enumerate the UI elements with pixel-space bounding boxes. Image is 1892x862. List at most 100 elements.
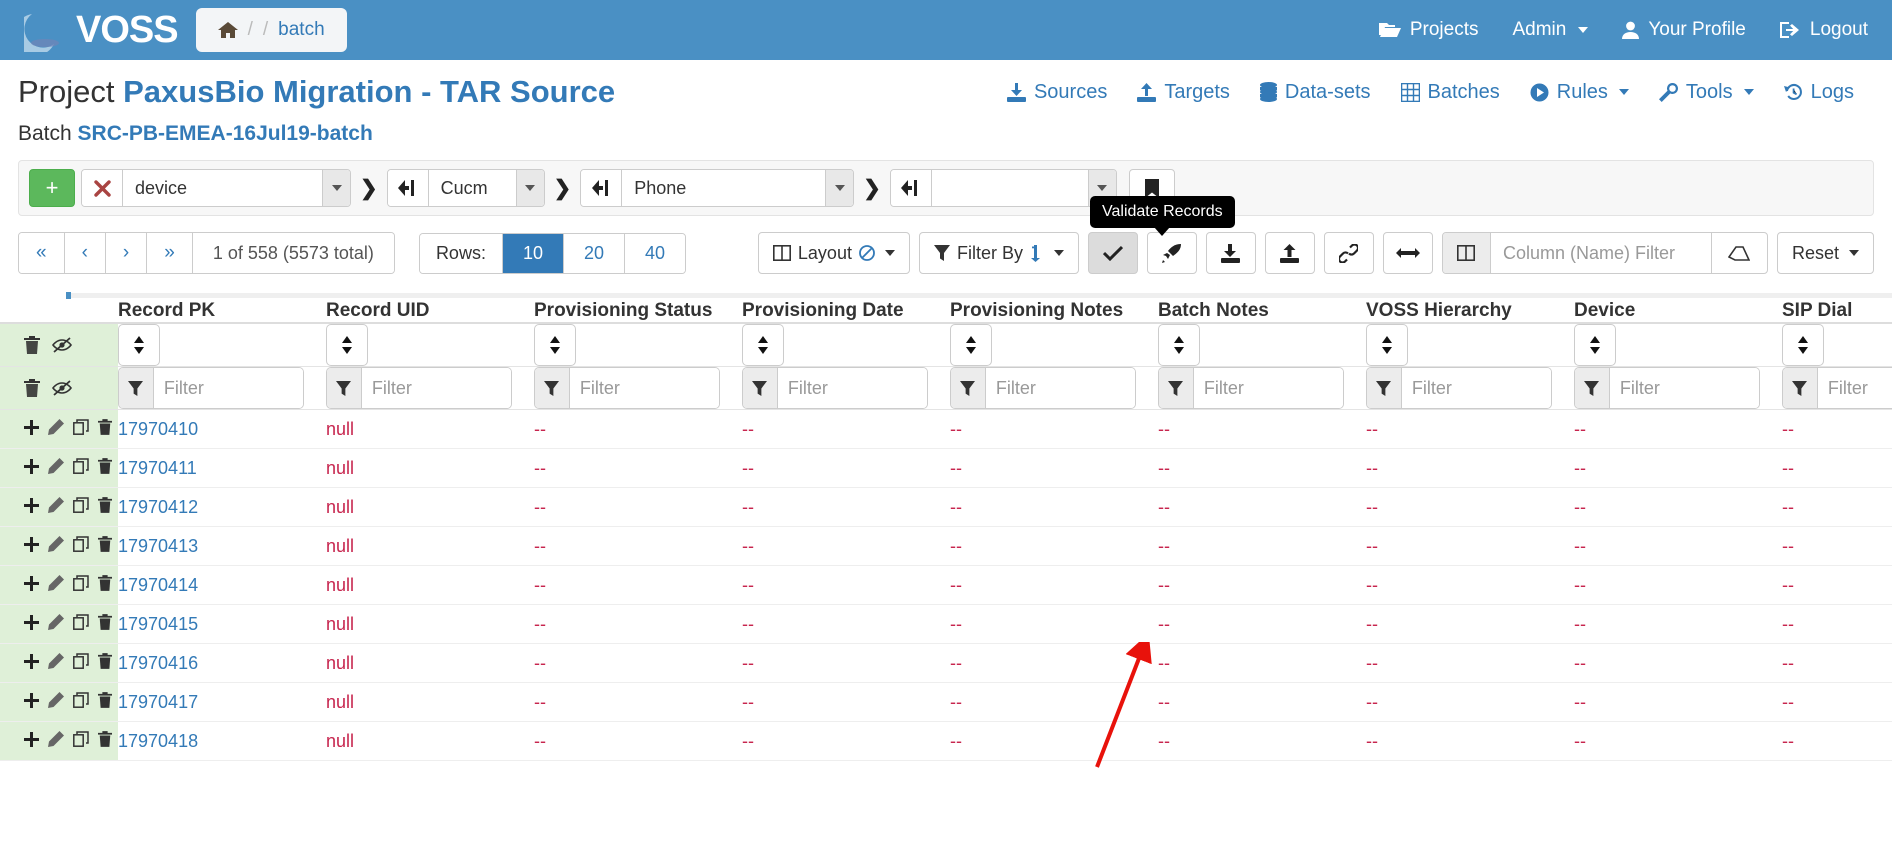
table-row[interactable]: 17970413null--------------	[0, 527, 1892, 566]
filter-input-batch-notes[interactable]	[1194, 368, 1343, 408]
pencil-icon[interactable]	[48, 497, 64, 518]
table-row[interactable]: 17970410null--------------	[0, 410, 1892, 449]
funnel-icon[interactable]	[327, 368, 362, 408]
sort-button-provisioning-date[interactable]	[742, 324, 784, 366]
cell-record-pk[interactable]: 17970416	[118, 644, 326, 683]
pagination-last[interactable]: »	[147, 233, 193, 273]
nav-projects[interactable]: Projects	[1379, 19, 1479, 41]
filter-input-provisioning-status[interactable]	[570, 368, 719, 408]
column-header-provisioning-date[interactable]: Provisioning Date	[742, 300, 950, 323]
trash-icon[interactable]	[98, 653, 112, 674]
trash-icon[interactable]	[98, 458, 112, 479]
copy-icon[interactable]	[73, 692, 89, 713]
plus-icon[interactable]	[24, 692, 39, 713]
rows-option-20[interactable]: 20	[564, 234, 625, 273]
reset-button[interactable]: Reset	[1777, 232, 1874, 274]
eye-slash-icon[interactable]	[52, 337, 72, 353]
plus-icon[interactable]	[24, 497, 39, 518]
voss-logo[interactable]: VOSS	[24, 8, 178, 52]
copy-icon[interactable]	[73, 419, 89, 440]
filter-input-record-uid[interactable]	[362, 368, 511, 408]
trash-icon[interactable]	[24, 336, 40, 354]
column-header-sip-dial[interactable]: SIP Dial	[1782, 300, 1892, 323]
trash-icon[interactable]	[98, 497, 112, 518]
column-header-batch-notes[interactable]: Batch Notes	[1158, 300, 1366, 323]
trash-icon[interactable]	[98, 731, 112, 752]
column-header-record-uid[interactable]: Record UID	[326, 300, 534, 323]
copy-icon[interactable]	[73, 497, 89, 518]
add-button[interactable]: +	[29, 169, 75, 207]
extra-select[interactable]	[931, 170, 1116, 206]
table-row[interactable]: 17970415null--------------	[0, 605, 1892, 644]
table-row[interactable]: 17970418null--------------	[0, 722, 1892, 761]
cell-record-pk[interactable]: 17970410	[118, 410, 326, 449]
project-nav-rules[interactable]: Rules	[1530, 81, 1629, 104]
filter-input-device[interactable]	[1610, 368, 1759, 408]
model-select[interactable]: Phone	[621, 170, 853, 206]
back-arrow-icon-1[interactable]	[388, 170, 428, 206]
column-header-record-pk[interactable]: Record PK	[118, 300, 326, 323]
scrollbar-thumb[interactable]	[66, 292, 71, 299]
trash-icon[interactable]	[98, 692, 112, 713]
sort-button-voss-hierarchy[interactable]	[1366, 324, 1408, 366]
project-nav-data-sets[interactable]: Data-sets	[1260, 81, 1371, 104]
table-row[interactable]: 17970411null--------------	[0, 449, 1892, 488]
copy-icon[interactable]	[73, 731, 89, 752]
trash-icon[interactable]	[24, 379, 40, 397]
sort-button-provisioning-notes[interactable]	[950, 324, 992, 366]
cell-record-pk[interactable]: 17970412	[118, 488, 326, 527]
copy-icon[interactable]	[73, 575, 89, 596]
home-icon[interactable]	[218, 21, 238, 39]
clear-column-filter-button[interactable]	[1711, 233, 1767, 273]
filter-input-voss-hierarchy[interactable]	[1402, 368, 1551, 408]
copy-icon[interactable]	[73, 458, 89, 479]
table-row[interactable]: 17970416null--------------	[0, 644, 1892, 683]
validate-records-button[interactable]	[1088, 232, 1138, 274]
funnel-icon[interactable]	[1367, 368, 1402, 408]
copy-icon[interactable]	[73, 653, 89, 674]
funnel-icon[interactable]	[1783, 368, 1818, 408]
horizontal-scrollbar[interactable]	[0, 290, 1892, 300]
sort-button-record-uid[interactable]	[326, 324, 368, 366]
pencil-icon[interactable]	[48, 692, 64, 713]
cell-record-pk[interactable]: 17970415	[118, 605, 326, 644]
cell-record-pk[interactable]: 17970411	[118, 449, 326, 488]
trash-icon[interactable]	[98, 536, 112, 557]
column-name-filter-input[interactable]	[1491, 233, 1711, 273]
pencil-icon[interactable]	[48, 419, 64, 440]
column-header-device[interactable]: Device	[1574, 300, 1782, 323]
cell-record-pk[interactable]: 17970414	[118, 566, 326, 605]
scrollbar-track[interactable]	[66, 293, 1892, 298]
sort-button-record-pk[interactable]	[118, 324, 160, 366]
pagination-first[interactable]: «	[19, 233, 65, 273]
remove-icon[interactable]	[82, 170, 122, 206]
rows-option-10[interactable]: 10	[503, 234, 564, 273]
nav-your-profile[interactable]: Your Profile	[1622, 19, 1746, 41]
sort-button-provisioning-status[interactable]	[534, 324, 576, 366]
plus-icon[interactable]	[24, 731, 39, 752]
target-select[interactable]: Cucm	[428, 170, 544, 206]
filter-input-provisioning-notes[interactable]	[986, 368, 1135, 408]
device-select[interactable]: device	[122, 170, 350, 206]
pencil-icon[interactable]	[48, 653, 64, 674]
trash-icon[interactable]	[98, 419, 112, 440]
sort-button-batch-notes[interactable]	[1158, 324, 1200, 366]
plus-icon[interactable]	[24, 653, 39, 674]
plus-icon[interactable]	[24, 458, 39, 479]
back-arrow-icon-2[interactable]	[581, 170, 621, 206]
plus-icon[interactable]	[24, 419, 39, 440]
trash-icon[interactable]	[98, 614, 112, 635]
cell-record-pk[interactable]: 17970417	[118, 683, 326, 722]
breadcrumb-item-batch[interactable]: batch	[278, 19, 324, 41]
filter-input-record-pk[interactable]	[154, 368, 303, 408]
pagination-next[interactable]: ›	[106, 233, 147, 273]
column-header-provisioning-notes[interactable]: Provisioning Notes	[950, 300, 1158, 323]
funnel-icon[interactable]	[743, 368, 778, 408]
trash-icon[interactable]	[98, 575, 112, 596]
column-header-voss-hierarchy[interactable]: VOSS Hierarchy	[1366, 300, 1574, 323]
pencil-icon[interactable]	[48, 575, 64, 596]
project-nav-tools[interactable]: Tools	[1659, 81, 1754, 104]
plus-icon[interactable]	[24, 575, 39, 596]
copy-icon[interactable]	[73, 536, 89, 557]
link-button[interactable]	[1324, 232, 1374, 274]
